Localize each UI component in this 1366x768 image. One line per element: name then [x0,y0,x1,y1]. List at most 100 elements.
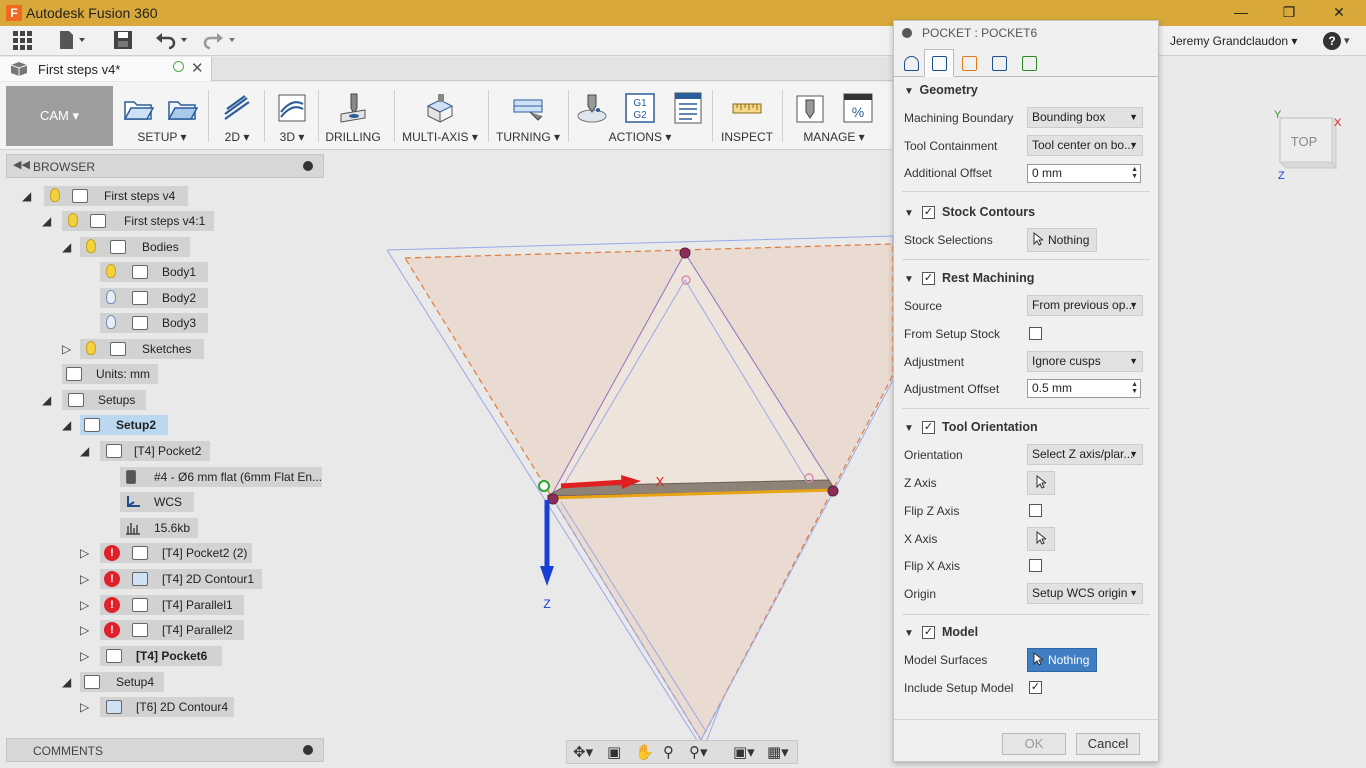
tool-orientation-checkbox[interactable]: ✓ [922,421,935,434]
add-comment-icon[interactable] [303,745,313,755]
tree-node-root[interactable]: First steps v4 [44,186,188,206]
fit-icon[interactable]: ⚲▾ [689,743,708,761]
visibility-bulb-icon[interactable] [106,264,116,278]
tree-node-body3[interactable]: Body3 [100,313,208,333]
maximize-icon[interactable]: ❐ [1266,0,1312,26]
tree-node-setup2[interactable]: Setup2 [80,415,168,435]
model-section-header[interactable]: ▼ [904,623,916,641]
redo-icon[interactable] [202,30,238,52]
drilling-button[interactable]: DRILLING [322,86,384,146]
stock-selections-button[interactable]: Nothing [1027,228,1098,252]
origin-dropdown[interactable]: Setup WCS origin ▼ [1027,583,1143,604]
workspace-switcher[interactable]: CAM ▾ [6,86,113,146]
tree-node-sketches[interactable]: Sketches [80,339,204,359]
grid-settings-icon[interactable]: ▦▾ [767,743,789,761]
help-icon[interactable]: ? [1323,32,1341,50]
flip-x-axis-checkbox[interactable] [1029,559,1042,572]
orbit-icon[interactable]: ✥▾ [573,743,593,761]
save-icon[interactable] [113,30,133,52]
tree-node-body1[interactable]: Body1 [100,262,208,282]
multi-axis-group[interactable]: MULTI-AXIS ▾ [398,86,482,146]
tree-node-body2[interactable]: Body2 [100,288,208,308]
tree-node-tool[interactable]: #4 - Ø6 mm flat (6mm Flat En... [120,467,322,487]
minimize-icon[interactable]: — [1218,0,1264,26]
pan-icon[interactable]: ✋ [635,743,654,761]
comments-panel-header[interactable]: COMMENTS [6,738,324,762]
visibility-bulb-icon[interactable] [68,213,78,227]
collapse-triangle-icon[interactable]: ▷ [80,595,92,615]
model-checkbox[interactable]: ✓ [922,626,935,639]
x-axis-select-button[interactable] [1027,527,1055,551]
tool-tab[interactable] [896,49,926,77]
actions-group[interactable]: G1 G2 ACTIONS ▾ [572,86,708,146]
geometry-tab[interactable] [924,49,954,77]
collapse-triangle-icon[interactable]: ▷ [80,569,92,589]
tree-node-setup4[interactable]: Setup4 [80,672,164,692]
browser-collapse-icon[interactable]: ◀◀ [13,158,30,171]
close-icon[interactable]: ✕ [1316,0,1362,26]
browser-header[interactable]: ◀◀ BROWSER [6,154,324,178]
adjustment-offset-input[interactable]: 0.5 mm ▲ ▼ [1027,379,1141,398]
file-icon[interactable] [58,30,88,52]
tree-node-bodies[interactable]: Bodies [80,237,190,257]
expand-triangle-icon[interactable]: ◢ [62,237,74,257]
turning-group[interactable]: TURNING ▾ [492,86,564,146]
stock-contours-section-header[interactable]: ▼ [904,203,916,221]
source-dropdown[interactable]: From previous op... ▼ [1027,295,1143,316]
machining-boundary-dropdown[interactable]: Bounding box ▼ [1027,107,1143,128]
look-at-icon[interactable]: ▣ [607,743,621,761]
tree-node-parallel1[interactable]: ! [T4] Parallel1 [100,595,244,615]
document-tab[interactable]: First steps v4* ✕ [0,57,212,81]
collapse-triangle-icon[interactable]: ▷ [80,697,92,717]
orientation-dropdown[interactable]: Select Z axis/plar... ▼ [1027,444,1143,465]
expand-triangle-icon[interactable]: ◢ [42,390,54,410]
visibility-bulb-off-icon[interactable] [106,290,116,304]
z-axis-select-button[interactable] [1027,471,1055,495]
collapse-triangle-icon[interactable]: ▷ [62,339,74,359]
tree-node-component[interactable]: First steps v4:1 [62,211,214,231]
rest-machining-checkbox[interactable]: ✓ [922,272,935,285]
visibility-bulb-icon[interactable] [86,239,96,253]
visibility-bulb-off-icon[interactable] [106,315,116,329]
2d-group[interactable]: 2D ▾ [212,86,262,146]
expand-triangle-icon[interactable]: ◢ [22,186,34,206]
tree-node-2d-contour1[interactable]: ! [T4] 2D Contour1 [100,569,262,589]
display-settings-icon[interactable]: ▣▾ [733,743,755,761]
geometry-section-header[interactable]: ▼ Geometry [904,81,978,99]
flip-z-axis-checkbox[interactable] [1029,504,1042,517]
undo-icon[interactable] [155,30,191,52]
viewcube[interactable]: TOP X Y Z [1272,108,1342,180]
dialog-collapse-icon[interactable] [902,28,912,38]
stock-contours-checkbox[interactable]: ✓ [922,206,935,219]
tree-node-nc-program[interactable]: 15.6kb [120,518,198,538]
tree-node-setups[interactable]: Setups [62,390,146,410]
tree-node-pocket2[interactable]: [T4] Pocket2 [100,441,210,461]
linking-tab[interactable] [1014,49,1044,77]
tree-node-pocket2-2[interactable]: ! [T4] Pocket2 (2) [100,543,252,563]
collapse-triangle-icon[interactable]: ▷ [80,620,92,640]
heights-tab[interactable] [954,49,984,77]
expand-triangle-icon[interactable]: ◢ [62,672,74,692]
3d-group[interactable]: 3D ▾ [268,86,316,146]
expand-triangle-icon[interactable]: ◢ [42,211,54,231]
manage-group[interactable]: % MANAGE ▾ [786,86,882,146]
user-account-menu[interactable]: Jeremy Grandclaudon ▾ [1170,34,1297,48]
tree-node-parallel2[interactable]: ! [T4] Parallel2 [100,620,244,640]
close-tab-icon[interactable]: ✕ [191,59,204,77]
ok-button[interactable]: OK [1002,733,1066,755]
additional-offset-input[interactable]: 0 mm ▲ ▼ [1027,164,1141,183]
setup-group[interactable]: SETUP ▾ [118,86,206,146]
tool-orientation-section-header[interactable]: ▼ [904,418,916,436]
tree-node-units[interactable]: Units: mm [62,364,158,384]
adjustment-dropdown[interactable]: Ignore cusps ▼ [1027,351,1143,372]
from-setup-stock-checkbox[interactable] [1029,327,1042,340]
graphics-canvas[interactable]: X Z [325,150,893,768]
expand-triangle-icon[interactable]: ◢ [62,415,74,435]
include-setup-model-checkbox[interactable]: ✓ [1029,681,1042,694]
tree-node-pocket6[interactable]: [T4] Pocket6 [100,646,222,666]
expand-triangle-icon[interactable]: ◢ [80,441,92,461]
zoom-icon[interactable]: ⚲ [663,743,674,761]
tree-node-wcs[interactable]: WCS [120,492,194,512]
dialog-title-bar[interactable]: POCKET : POCKET6 [894,21,1158,45]
help-dropdown-icon[interactable]: ▾ [1344,30,1350,52]
